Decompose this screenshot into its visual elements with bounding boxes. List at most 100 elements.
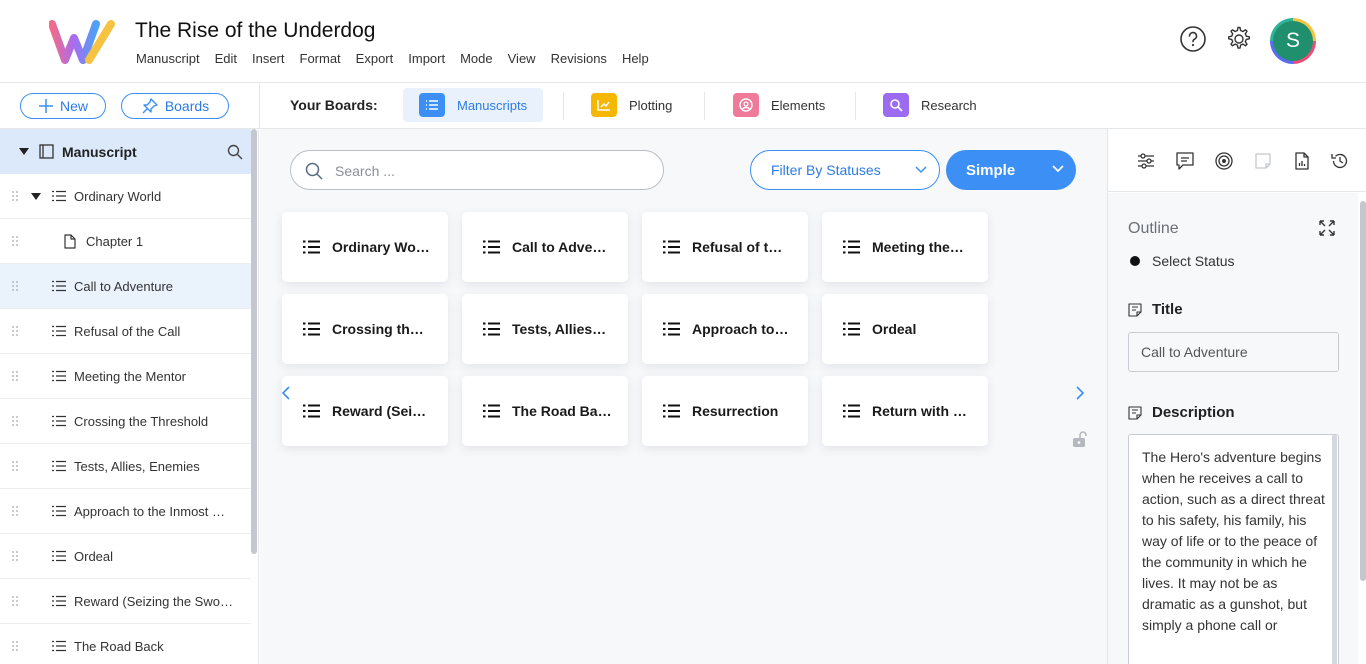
board-card[interactable]: Meeting the… — [822, 212, 988, 282]
chevron-right-icon — [1076, 386, 1085, 400]
drag-handle-icon[interactable] — [11, 640, 19, 652]
app-logo[interactable] — [49, 20, 117, 64]
list-icon — [52, 595, 66, 607]
sidebar-item-ordinary-world[interactable]: Ordinary World — [0, 174, 251, 219]
search-icon[interactable] — [227, 144, 243, 160]
filter-label: Filter By Statuses — [771, 162, 881, 178]
tab-separator — [563, 92, 564, 120]
menu-export[interactable]: Export — [356, 51, 394, 66]
boards-button[interactable]: Boards — [121, 93, 229, 119]
drag-handle-icon[interactable] — [11, 190, 19, 202]
new-button[interactable]: New — [20, 93, 106, 119]
drag-handle-icon[interactable] — [11, 505, 19, 517]
menu-view[interactable]: View — [508, 51, 536, 66]
sidebar-item-label: Meeting the Mentor — [74, 368, 187, 384]
manuscript-sidebar: Manuscript Ordinary World Chapter 1 Call… — [0, 129, 259, 664]
menu-edit[interactable]: Edit — [215, 51, 237, 66]
card-label: Ordinary Wo… — [332, 239, 430, 255]
search-input[interactable] — [335, 160, 635, 182]
sidebar-item-approach-to-the-inmost[interactable]: Approach to the Inmost … — [0, 489, 251, 534]
board-card[interactable]: Resurrection — [642, 376, 808, 446]
target-icon[interactable] — [1214, 151, 1234, 171]
view-mode-dropdown[interactable]: Simple — [946, 150, 1076, 190]
description-heading-label: Description — [1152, 404, 1235, 421]
caret-down-icon[interactable] — [19, 148, 29, 156]
next-button[interactable] — [1058, 375, 1102, 411]
menu-mode[interactable]: Mode — [460, 51, 493, 66]
sidebar-item-chapter-1[interactable]: Chapter 1 — [0, 219, 251, 264]
sidebar-item-crossing-the-threshold[interactable]: Crossing the Threshold — [0, 399, 251, 444]
tab-manuscripts[interactable]: Manuscripts — [403, 88, 544, 122]
stats-document-icon[interactable] — [1292, 151, 1312, 171]
menu-revisions[interactable]: Revisions — [551, 51, 607, 66]
description-field[interactable]: The Hero's adventure begins when he rece… — [1128, 434, 1339, 664]
search-icon — [305, 162, 323, 180]
sidebar-item-label: Reward (Seizing the Swo… — [74, 593, 233, 609]
details-toolbar — [1108, 129, 1366, 192]
board-card[interactable]: Return with … — [822, 376, 988, 446]
menu-format[interactable]: Format — [300, 51, 341, 66]
list-icon — [843, 240, 860, 254]
sidebar-item-meeting-the-mentor[interactable]: Meeting the Mentor — [0, 354, 251, 399]
drag-handle-icon[interactable] — [11, 595, 19, 607]
menu-help[interactable]: Help — [622, 51, 649, 66]
list-icon — [303, 240, 320, 254]
list-icon — [663, 404, 680, 418]
board-card[interactable]: Ordinary Wo… — [282, 212, 448, 282]
drag-handle-icon[interactable] — [11, 460, 19, 472]
gear-icon[interactable] — [1224, 25, 1252, 53]
comment-icon[interactable] — [1175, 151, 1195, 171]
board-card[interactable]: Refusal of t… — [642, 212, 808, 282]
sidebar-item-the-road-back[interactable]: The Road Back — [0, 624, 251, 664]
board-card[interactable]: The Road Ba… — [462, 376, 628, 446]
board-card[interactable]: Ordeal — [822, 294, 988, 364]
sidebar-root-manuscript[interactable]: Manuscript — [0, 129, 251, 174]
sidebar-scrollbar[interactable] — [251, 129, 257, 554]
drag-handle-icon[interactable] — [11, 235, 19, 247]
search-box[interactable] — [290, 150, 664, 190]
caret-down-icon[interactable] — [31, 193, 41, 201]
sliders-icon[interactable] — [1136, 151, 1156, 171]
tab-separator — [704, 92, 705, 120]
details-scrollbar[interactable] — [1360, 201, 1366, 581]
board-card[interactable]: Tests, Allies… — [462, 294, 628, 364]
tab-plotting[interactable]: Plotting — [575, 88, 688, 122]
tab-elements[interactable]: Elements — [717, 88, 841, 122]
help-icon[interactable] — [1179, 25, 1207, 53]
previous-button[interactable] — [264, 375, 308, 411]
sidebar-item-label: Chapter 1 — [86, 233, 144, 249]
drag-handle-icon[interactable] — [11, 325, 19, 337]
tab-research[interactable]: Research — [867, 88, 993, 122]
drag-handle-icon[interactable] — [11, 370, 19, 382]
board-card[interactable]: Approach to… — [642, 294, 808, 364]
drag-handle-icon[interactable] — [11, 550, 19, 562]
sidebar-item-reward[interactable]: Reward (Seizing the Swo… — [0, 579, 251, 624]
menu-manuscript[interactable]: Manuscript — [136, 51, 200, 66]
sidebar-item-tests-allies-enemies[interactable]: Tests, Allies, Enemies — [0, 444, 251, 489]
history-icon[interactable] — [1330, 151, 1350, 171]
boards-toolbar: New Boards Your Boards: Manuscripts Plot… — [0, 83, 1366, 129]
menu-import[interactable]: Import — [408, 51, 445, 66]
lock-button[interactable] — [1058, 421, 1102, 457]
list-icon — [52, 505, 66, 517]
card-label: Reward (Sei… — [332, 403, 427, 419]
description-scrollbar[interactable] — [1332, 435, 1337, 664]
note-icon[interactable] — [1253, 151, 1273, 171]
board-card[interactable]: Call to Adve… — [462, 212, 628, 282]
menu-insert[interactable]: Insert — [252, 51, 285, 66]
list-icon — [52, 460, 66, 472]
list-icon — [52, 280, 66, 292]
select-status-dropdown[interactable]: Select Status — [1152, 253, 1235, 269]
avatar-initial: S — [1273, 21, 1313, 61]
drag-handle-icon[interactable] — [11, 280, 19, 292]
filter-by-statuses-button[interactable]: Filter By Statuses — [750, 150, 940, 190]
drag-handle-icon[interactable] — [11, 415, 19, 427]
sidebar-item-ordeal[interactable]: Ordeal — [0, 534, 251, 579]
user-avatar[interactable]: S — [1270, 18, 1316, 64]
title-field[interactable]: Call to Adventure — [1128, 332, 1339, 372]
board-card[interactable]: Crossing th… — [282, 294, 448, 364]
expand-icon[interactable] — [1318, 219, 1336, 237]
sidebar-item-refusal-of-the-call[interactable]: Refusal of the Call — [0, 309, 251, 354]
details-panel: Outline Select Status Title Call to Adve… — [1107, 129, 1366, 664]
sidebar-item-call-to-adventure[interactable]: Call to Adventure — [0, 264, 251, 309]
